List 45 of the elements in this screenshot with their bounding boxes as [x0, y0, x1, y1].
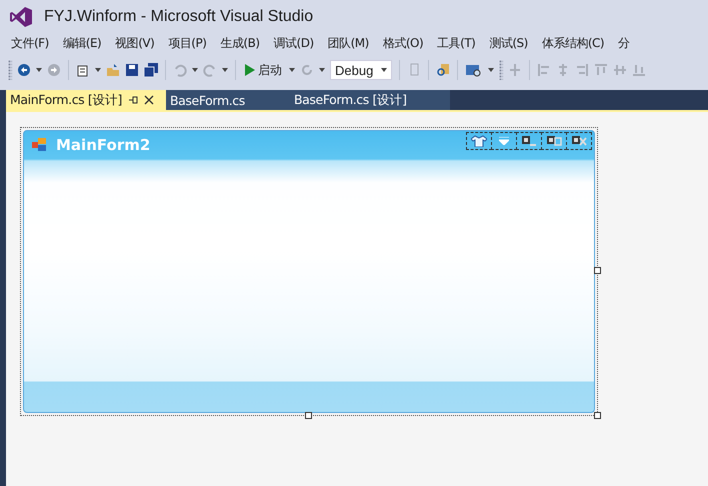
caret-icon[interactable] — [36, 68, 42, 72]
form-icon — [32, 138, 48, 152]
shirt-icon[interactable] — [471, 135, 487, 147]
caret-icon[interactable] — [488, 68, 494, 72]
maximize-icon[interactable] — [546, 135, 562, 147]
caret-icon[interactable] — [95, 68, 101, 72]
menu-item[interactable]: 编辑(E) — [56, 34, 108, 52]
caret-icon[interactable] — [289, 68, 295, 72]
back-icon[interactable] — [17, 63, 31, 77]
logo-icon — [10, 7, 32, 27]
resize-handle[interactable] — [305, 412, 312, 419]
caret-icon[interactable] — [381, 68, 387, 72]
menu-item[interactable]: 测试(S) — [482, 34, 535, 52]
caret-icon[interactable] — [222, 68, 228, 72]
document-tab[interactable]: BaseForm.cs — [166, 90, 290, 110]
menu-item[interactable]: 分 — [611, 34, 637, 52]
new-project-icon[interactable] — [76, 63, 90, 77]
window-title: FYJ.Winform - Microsoft Visual Studio — [44, 8, 314, 26]
save-icon[interactable] — [125, 63, 139, 77]
resize-handle[interactable] — [594, 267, 601, 274]
menu-item[interactable]: 格式(O) — [376, 34, 430, 52]
menu-item[interactable]: 文件(F) — [4, 34, 56, 52]
menu-item[interactable]: 项目(P) — [161, 34, 214, 52]
caret-icon[interactable] — [192, 68, 198, 72]
find-icon[interactable] — [436, 63, 450, 77]
menu-item[interactable]: 视图(V) — [108, 34, 162, 52]
window-search-icon[interactable] — [465, 63, 483, 77]
document-tab[interactable]: MainForm.cs [设计] — [6, 90, 166, 110]
caret-icon[interactable] — [319, 68, 325, 72]
play-icon — [245, 64, 255, 76]
document-tab[interactable]: BaseForm.cs [设计] — [290, 90, 450, 110]
configuration-dropdown[interactable]: Debug — [330, 60, 392, 80]
form-title: MainForm2 — [56, 136, 150, 154]
menu-item[interactable]: 调试(D) — [266, 34, 321, 52]
save-all-icon[interactable] — [144, 63, 158, 77]
menu-item[interactable]: 生成(B) — [213, 34, 267, 52]
start-button[interactable]: 启动 — [243, 62, 284, 78]
menu-item[interactable]: 体系结构(C) — [534, 34, 612, 52]
resize-handle[interactable] — [594, 412, 601, 419]
close-icon[interactable] — [571, 135, 587, 147]
menu-item[interactable]: 团队(M) — [320, 34, 376, 52]
pin-icon[interactable] — [128, 95, 138, 105]
menu-item[interactable]: 工具(T) — [430, 34, 482, 52]
close-icon[interactable] — [144, 95, 154, 105]
minimize-icon[interactable] — [521, 135, 537, 147]
